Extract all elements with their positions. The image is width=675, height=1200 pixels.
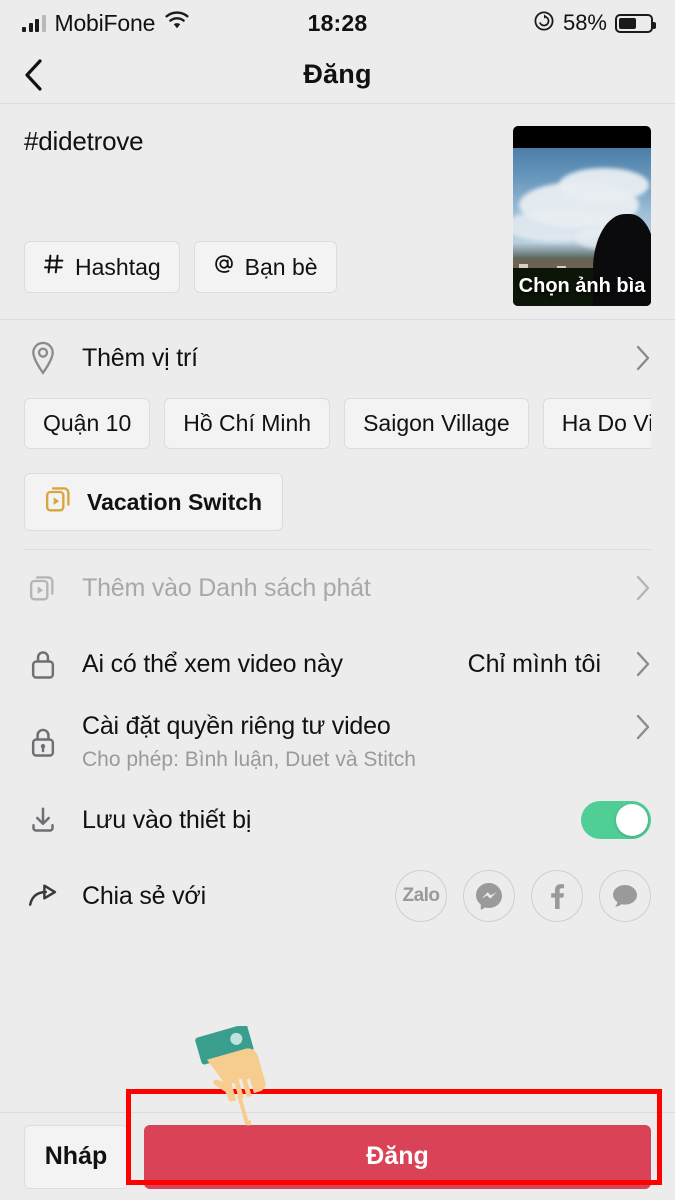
visibility-value: Chỉ mình tôi: [467, 649, 601, 678]
share-zalo-icon[interactable]: Zalo: [395, 870, 447, 922]
hash-icon: [43, 253, 65, 281]
add-to-playlist-label: Thêm vào Danh sách phát: [82, 573, 371, 602]
mention-button[interactable]: Bạn bè: [193, 241, 337, 293]
at-icon: [213, 253, 235, 281]
save-to-device-row[interactable]: Lưu vào thiết bị: [24, 782, 651, 858]
vacation-switch-chip[interactable]: Vacation Switch: [24, 473, 284, 531]
caption-section: #didetrove Hashtag Bạn bè Chọn ảnh bìa: [0, 104, 675, 320]
share-facebook-icon[interactable]: [531, 870, 583, 922]
caption-tools: Hashtag Bạn bè: [24, 241, 337, 293]
pointing-hand-cursor: [190, 1024, 286, 1136]
privacy-settings-label: Cài đặt quyền riêng tư video: [82, 712, 391, 740]
playlist-icon: [45, 485, 73, 519]
battery-icon: [615, 13, 656, 33]
share-message-icon[interactable]: [599, 870, 651, 922]
phone-screen: MobiFone 18:28 58% Đăng #didetrove Hasht…: [0, 0, 675, 1200]
hashtag-button[interactable]: Hashtag: [24, 241, 180, 293]
location-chip[interactable]: Quận 10: [24, 398, 151, 449]
share-targets: Zalo: [395, 870, 651, 922]
back-button[interactable]: [22, 58, 44, 92]
save-to-device-label: Lưu vào thiết bị: [82, 805, 252, 834]
privacy-settings-row[interactable]: Cài đặt quyền riêng tư video Cho phép: B…: [24, 702, 651, 782]
chevron-right-icon: [635, 345, 651, 371]
locked-padlock-icon: [24, 726, 62, 758]
location-section: Thêm vị trí Quận 10 Hồ Chí Minh Saigon V…: [0, 320, 675, 549]
chevron-right-icon: [635, 651, 651, 677]
chevron-right-icon: [635, 714, 651, 740]
privacy-settings-text: Cài đặt quyền riêng tư video Cho phép: B…: [82, 712, 651, 772]
location-chip[interactable]: Saigon Village: [344, 398, 529, 449]
vacation-switch-label: Vacation Switch: [87, 488, 263, 515]
share-with-label: Chia sẻ với: [82, 881, 206, 910]
unlocked-padlock-icon: [24, 648, 62, 680]
chevron-right-icon: [635, 575, 651, 601]
share-messenger-icon[interactable]: [463, 870, 515, 922]
playlist-icon: [24, 574, 62, 602]
page-title: Đăng: [303, 59, 372, 89]
hashtag-button-label: Hashtag: [75, 253, 161, 280]
cover-thumbnail[interactable]: Chọn ảnh bìa: [513, 126, 651, 306]
add-to-playlist-row[interactable]: Thêm vào Danh sách phát: [24, 550, 651, 626]
download-icon: [24, 805, 62, 835]
visibility-row[interactable]: Ai có thể xem video này Chỉ mình tôi: [24, 626, 651, 702]
draft-button[interactable]: Nháp: [24, 1124, 128, 1189]
add-location-label: Thêm vị trí: [82, 343, 198, 372]
status-bar: MobiFone 18:28 58%: [0, 0, 675, 46]
status-bar-clock: 18:28: [307, 9, 368, 36]
share-arrow-icon: [24, 882, 62, 910]
privacy-settings-sub: Cho phép: Bình luận, Duet và Stitch: [82, 748, 416, 771]
bottom-action-bar: Nháp Đăng: [0, 1112, 675, 1200]
settings-section: Thêm vào Danh sách phát Ai có thể xem vi…: [0, 550, 675, 934]
cover-label: Chọn ảnh bìa: [518, 275, 646, 297]
vacation-switch-wrap: Vacation Switch: [24, 459, 651, 549]
add-location-row[interactable]: Thêm vị trí: [24, 320, 651, 396]
save-to-device-toggle[interactable]: [581, 801, 651, 839]
mention-button-label: Bạn bè: [244, 253, 318, 280]
nav-bar: Đăng: [0, 46, 675, 104]
location-suggestions[interactable]: Quận 10 Hồ Chí Minh Saigon Village Ha Do…: [24, 396, 651, 459]
visibility-label: Ai có thể xem video này: [82, 649, 343, 678]
location-chip[interactable]: Ha Do Villas: [542, 398, 651, 449]
share-with-row: Chia sẻ với Zalo: [24, 858, 651, 934]
location-pin-icon: [24, 341, 62, 375]
location-chip[interactable]: Hồ Chí Minh: [164, 398, 331, 449]
